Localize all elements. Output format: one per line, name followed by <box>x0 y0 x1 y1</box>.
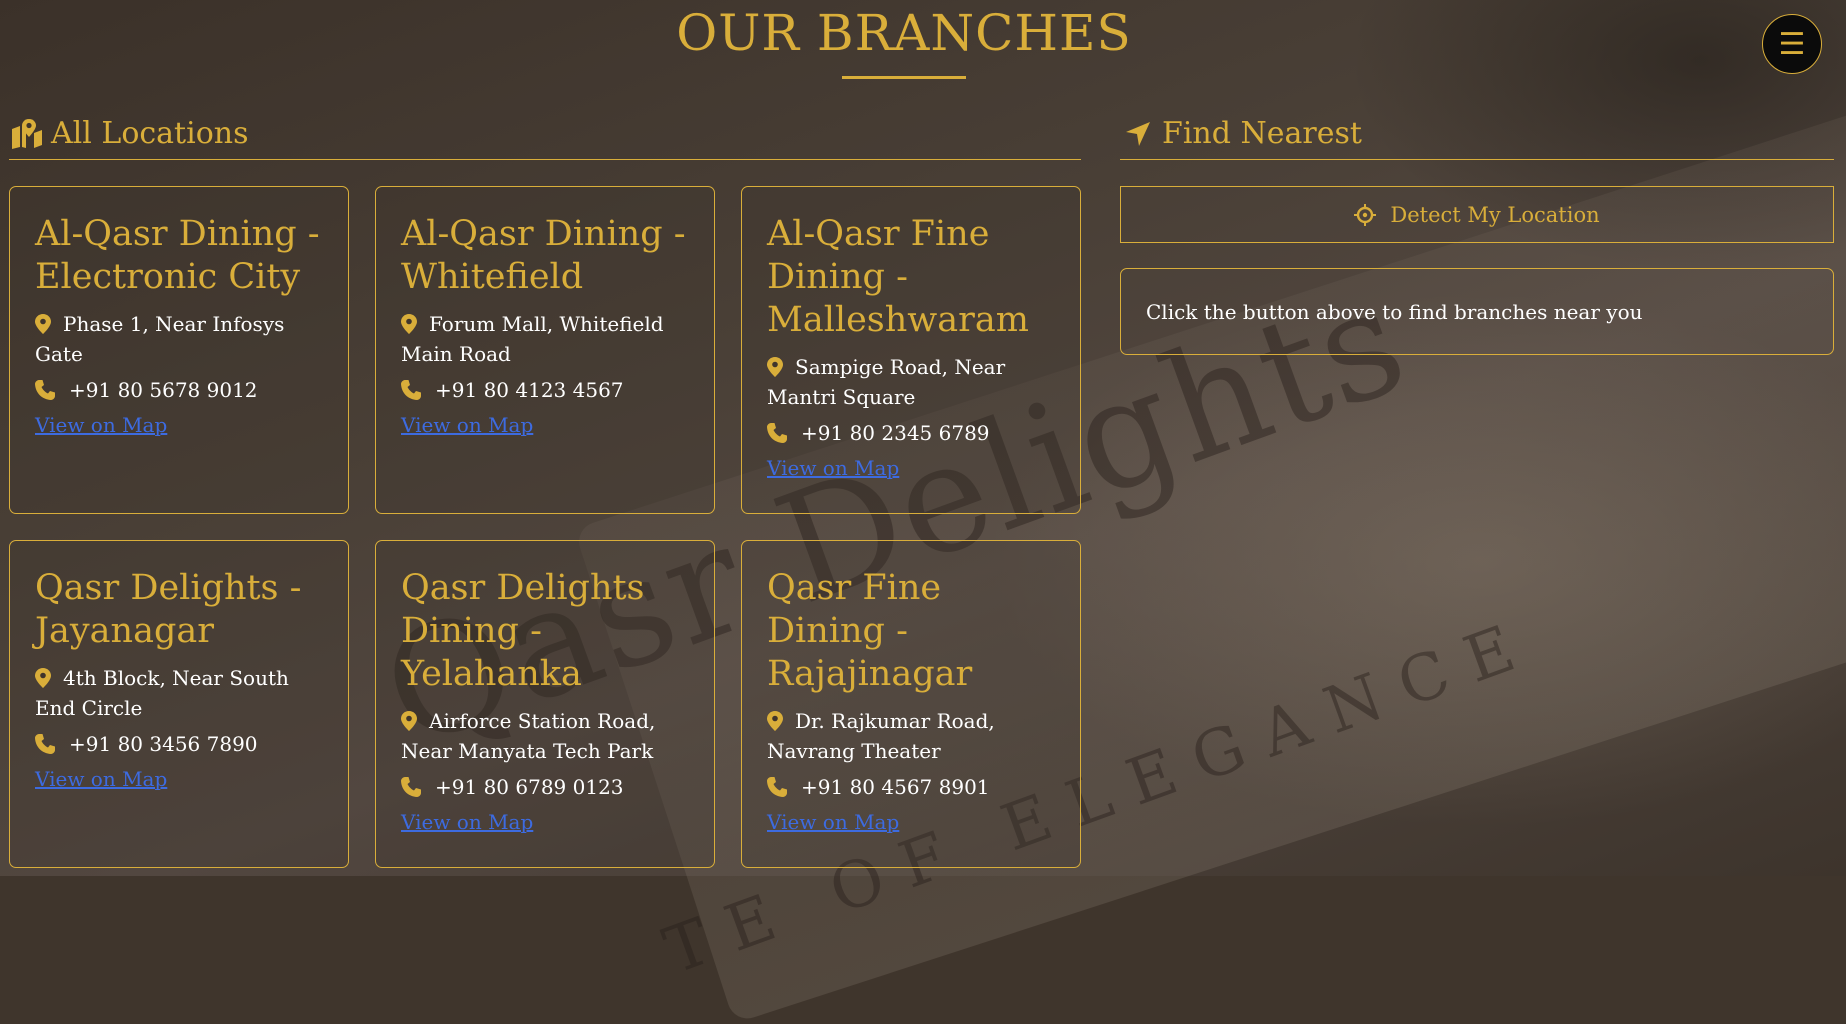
branch-name: Al-Qasr Dining - Whitefield <box>401 214 686 297</box>
map-location-icon <box>9 116 45 152</box>
branch-card: Qasr Fine Dining - Rajajinagar Dr. Rajku… <box>741 540 1081 868</box>
map-marker-icon <box>401 312 419 334</box>
phone-icon <box>401 775 423 797</box>
branch-card: Al-Qasr Dining - Whitefield Forum Mall, … <box>375 186 715 514</box>
detect-location-label: Detect My Location <box>1390 202 1600 227</box>
branch-name: Al-Qasr Fine Dining - Malleshwaram <box>767 214 1029 340</box>
map-marker-icon <box>767 709 785 731</box>
view-on-map-link[interactable]: View on Map <box>35 413 167 437</box>
map-marker-icon <box>401 709 419 731</box>
phone-icon <box>401 378 423 400</box>
phone-icon <box>35 378 57 400</box>
find-nearest-label: Find Nearest <box>1162 116 1362 151</box>
view-on-map-link[interactable]: View on Map <box>767 456 899 480</box>
branch-card: Al-Qasr Fine Dining - Malleshwaram Sampi… <box>741 186 1081 514</box>
find-nearest-heading: Find Nearest <box>1120 108 1834 160</box>
phone-icon <box>767 775 789 797</box>
map-marker-icon <box>35 312 53 334</box>
branch-name: Al-Qasr Dining - Electronic City <box>35 214 320 297</box>
branch-phone: +91 80 4123 4567 <box>401 375 689 405</box>
phone-icon <box>35 732 57 754</box>
branch-address: 4th Block, Near South End Circle <box>35 666 289 720</box>
view-on-map-link[interactable]: View on Map <box>35 767 167 791</box>
all-locations-label: All Locations <box>51 116 249 151</box>
view-on-map-link[interactable]: View on Map <box>401 413 533 437</box>
crosshairs-icon <box>1354 203 1377 226</box>
branch-phone: +91 80 5678 9012 <box>35 375 323 405</box>
branch-phone: +91 80 2345 6789 <box>767 418 1055 448</box>
menu-button[interactable]: ☰ <box>1762 14 1822 74</box>
branch-card: Al-Qasr Dining - Electronic City Phase 1… <box>9 186 349 514</box>
title-underline <box>842 76 966 79</box>
view-on-map-link[interactable]: View on Map <box>401 810 533 834</box>
branch-address: Phase 1, Near Infosys Gate <box>35 312 285 366</box>
location-arrow-icon <box>1120 116 1156 152</box>
view-on-map-link[interactable]: View on Map <box>767 810 899 834</box>
map-marker-icon <box>35 666 53 688</box>
branch-address: Forum Mall, Whitefield Main Road <box>401 312 664 366</box>
detect-location-button[interactable]: Detect My Location <box>1120 186 1834 243</box>
hamburger-icon: ☰ <box>1778 26 1806 62</box>
nearest-info-text: Click the button above to find branches … <box>1146 299 1643 324</box>
page-title: OUR BRANCHES <box>676 4 1132 62</box>
branch-address: Dr. Rajkumar Road, Navrang Theater <box>767 709 995 763</box>
branch-phone: +91 80 6789 0123 <box>401 772 689 802</box>
map-marker-icon <box>767 355 785 377</box>
branch-name: Qasr Delights - Jayanagar <box>35 568 302 651</box>
branch-name: Qasr Delights Dining - Yelahanka <box>401 568 645 694</box>
branch-name: Qasr Fine Dining - Rajajinagar <box>767 568 973 694</box>
branch-phone: +91 80 4567 8901 <box>767 772 1055 802</box>
branch-address: Sampige Road, Near Mantri Square <box>767 355 1006 409</box>
nearest-results-box: Click the button above to find branches … <box>1120 268 1834 355</box>
phone-icon <box>767 421 789 443</box>
branch-address: Airforce Station Road, Near Manyata Tech… <box>401 709 656 763</box>
branch-card: Qasr Delights - Jayanagar 4th Block, Nea… <box>9 540 349 868</box>
branch-phone: +91 80 3456 7890 <box>35 729 323 759</box>
all-locations-heading: All Locations <box>9 108 1081 160</box>
branch-card: Qasr Delights Dining - Yelahanka Airforc… <box>375 540 715 868</box>
